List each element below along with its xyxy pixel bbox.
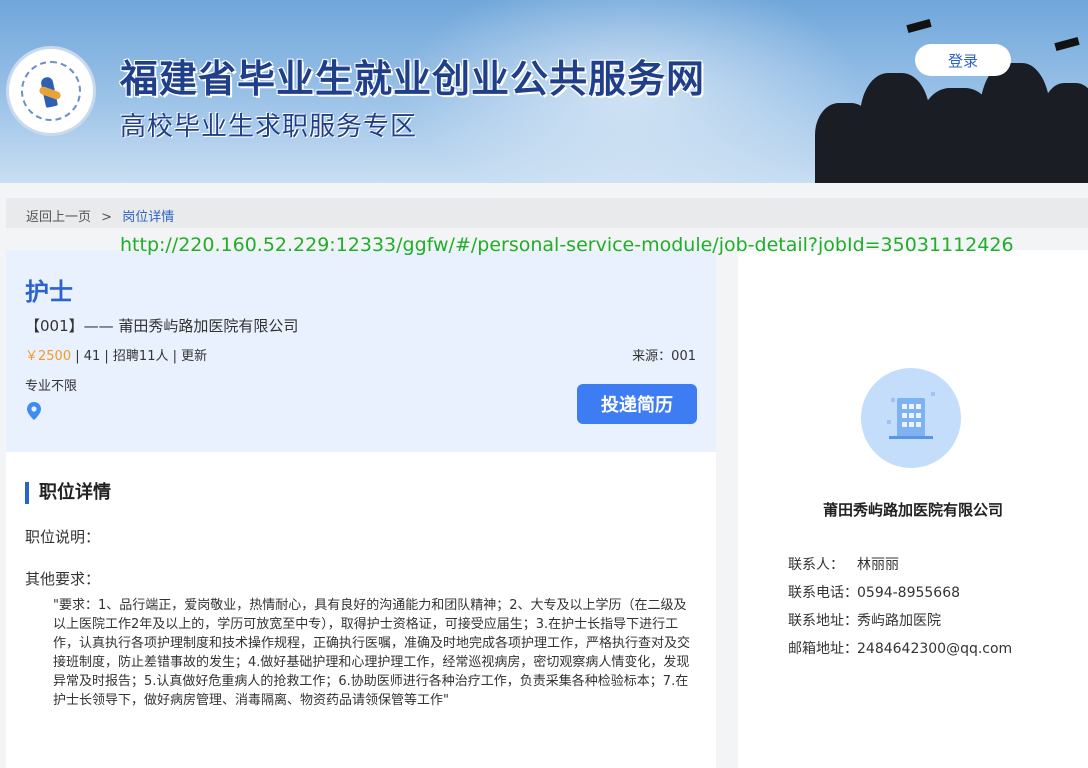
decor-dot — [931, 392, 935, 396]
site-title: 福建省毕业生就业创业公共服务网 — [120, 57, 706, 101]
description-label: 职位说明： — [25, 528, 101, 546]
breadcrumb-separator: > — [101, 210, 113, 225]
requirements-text: "要求：1、品行端正，爱岗敬业，热情耐心，具有良好的沟通能力和团队精神；2、大专… — [53, 598, 691, 708]
login-button[interactable]: 登录 — [915, 44, 1011, 76]
breadcrumb: 返回上一页 > 岗位详情 — [6, 198, 1088, 228]
decor-dot — [887, 420, 891, 424]
contact-person-row: 联系人： 林丽丽 — [788, 554, 899, 574]
site-header: 福建省毕业生就业创业公共服务网 高校毕业生求职服务专区 登录 — [0, 0, 1088, 183]
contact-phone-row: 联系电话：0594-8955668 — [788, 582, 960, 602]
section-title: 职位详情 — [25, 482, 111, 504]
company-avatar — [861, 368, 961, 468]
contact-email-value: 2484642300@qq.com — [857, 641, 1013, 657]
graduates-banner-image — [815, 0, 1088, 183]
graduate-figure — [1040, 83, 1088, 183]
contact-phone-value: 0594-8955668 — [857, 585, 961, 601]
contact-address-row: 联系地址：秀屿路加医院 — [788, 610, 941, 630]
contact-person-value: 林丽丽 — [857, 557, 899, 573]
job-title: 护士 — [25, 278, 73, 306]
job-source: 来源：001 — [632, 349, 696, 364]
job-detail-card: 护士 【001】—— 莆田秀屿路加医院有限公司 ￥2500 | 41 | 招聘1… — [6, 250, 716, 768]
company-card: 莆田秀屿路加医院有限公司 联系人： 林丽丽 联系电话：0594-8955668 联… — [738, 250, 1088, 768]
contact-person-label: 联系人： — [788, 557, 844, 573]
decor-dot — [891, 398, 895, 402]
site-logo[interactable] — [6, 46, 96, 136]
building-base — [889, 436, 933, 439]
contact-address-label: 联系地址： — [788, 613, 858, 629]
contact-address-value: 秀屿路加医院 — [857, 613, 941, 629]
company-name: 莆田秀屿路加医院有限公司 — [822, 501, 1003, 519]
job-meta-rest: | 41 | 招聘11人 | 更新 — [71, 349, 208, 364]
job-salary: ￥2500 — [25, 349, 72, 364]
apply-resume-button[interactable]: 投递简历 — [577, 384, 697, 424]
contact-phone-label: 联系电话： — [788, 585, 858, 601]
site-subtitle: 高校毕业生求职服务专区 — [120, 112, 418, 142]
breadcrumb-current: 岗位详情 — [122, 210, 175, 225]
job-meta: ￥2500 | 41 | 招聘11人 | 更新 — [25, 345, 207, 364]
contact-email-row: 邮箱地址：2484642300@qq.com — [788, 638, 1012, 658]
job-company-line: 【001】—— 莆田秀屿路加医院有限公司 — [25, 317, 299, 335]
contact-email-label: 邮箱地址： — [788, 641, 858, 657]
other-requirements-label: 其他要求： — [25, 570, 101, 588]
job-major: 专业不限 — [25, 379, 78, 394]
graduation-cap-icon — [1054, 37, 1080, 51]
graduation-cap-icon — [906, 19, 932, 33]
job-summary: 护士 【001】—— 莆田秀屿路加医院有限公司 ￥2500 | 41 | 招聘1… — [6, 250, 716, 452]
building-icon — [897, 398, 925, 438]
breadcrumb-back-link[interactable]: 返回上一页 — [26, 210, 91, 225]
url-overlay: http://220.160.52.229:12333/ggfw/#/perso… — [120, 234, 1014, 256]
location-pin-icon[interactable] — [27, 402, 41, 420]
